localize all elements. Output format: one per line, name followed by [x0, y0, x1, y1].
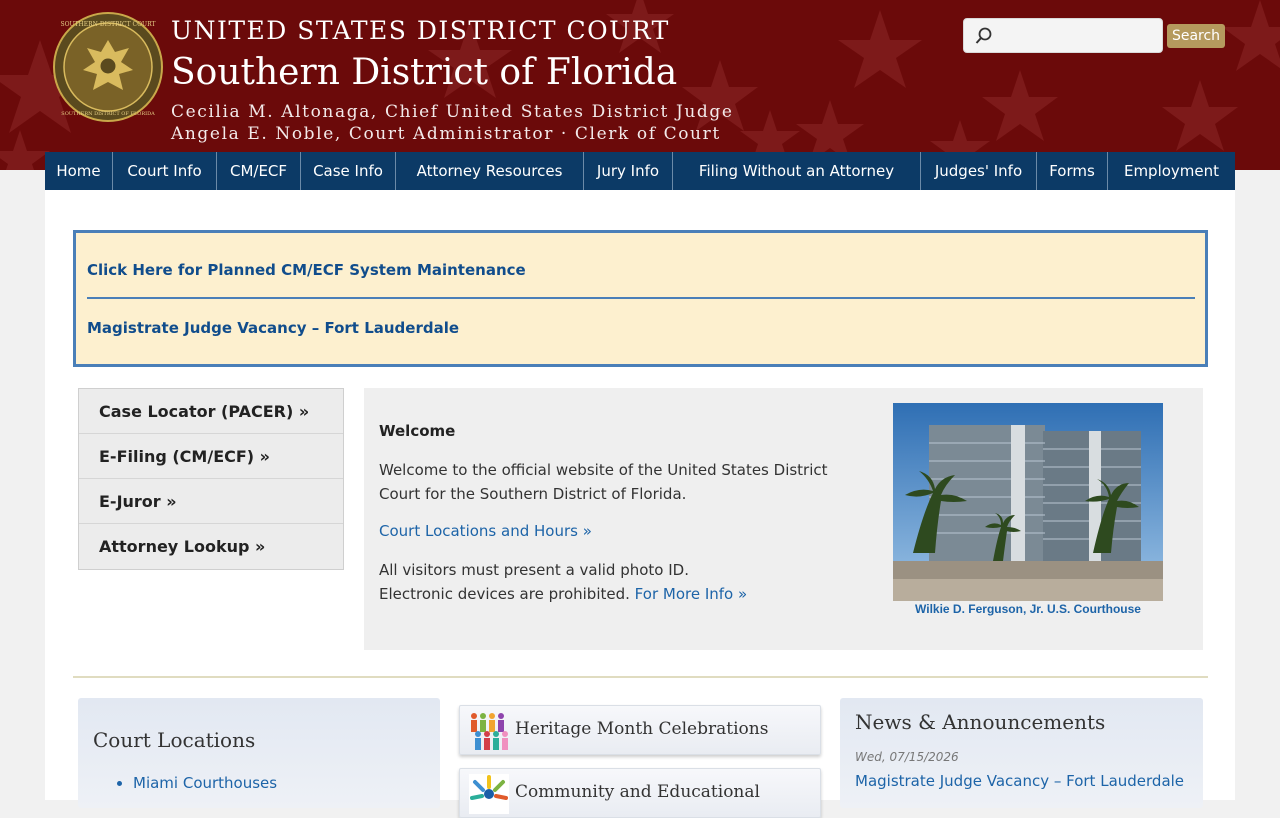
news-magistrate-vacancy-link[interactable]: Magistrate Judge Vacancy – Fort Lauderda…	[855, 772, 1184, 790]
svg-text:SOUTHERN DISTRICT COURT: SOUTHERN DISTRICT COURT	[60, 21, 155, 28]
courthouse-caption: Wilkie D. Ferguson, Jr. U.S. Courthouse	[915, 602, 1141, 616]
welcome-panel: Welcome Welcome to the official website …	[364, 388, 1203, 650]
quick-link-attorney-lookup[interactable]: Attorney Lookup »	[79, 524, 343, 569]
news-date: Wed, 07/15/2026	[855, 750, 959, 764]
court-seal-logo: SOUTHERN DISTRICT COURT SOUTHERN DISTRIC…	[53, 12, 163, 122]
nav-filing-without-attorney[interactable]: Filing Without an Attorney	[673, 152, 921, 190]
search-box	[963, 18, 1163, 53]
nav-court-info[interactable]: Court Info	[113, 152, 217, 190]
search-icon	[975, 27, 992, 44]
section-divider	[73, 676, 1208, 678]
news-title: News & Announcements	[855, 710, 1106, 734]
court-locations-panel: Court Locations Miami Courthouses	[78, 698, 440, 808]
more-info-link[interactable]: For More Info »	[635, 585, 748, 603]
alert-divider	[87, 297, 1195, 299]
district-name[interactable]: Southern District of Florida	[171, 52, 677, 93]
heritage-month-card[interactable]: Heritage Month Celebrations	[459, 705, 821, 755]
site-header: SOUTHERN DISTRICT COURT SOUTHERN DISTRIC…	[0, 0, 1280, 170]
quick-link-e-filing[interactable]: E-Filing (CM/ECF) »	[79, 434, 343, 479]
quick-link-case-locator[interactable]: Case Locator (PACER) »	[79, 389, 343, 434]
nav-cm-ecf[interactable]: CM/ECF	[217, 152, 301, 190]
nav-case-info[interactable]: Case Info	[301, 152, 396, 190]
search-button[interactable]: Search	[1167, 24, 1225, 48]
welcome-title: Welcome	[379, 422, 456, 440]
alert-magistrate-vacancy-link[interactable]: Magistrate Judge Vacancy – Fort Lauderda…	[87, 319, 459, 337]
welcome-text: Welcome to the official website of the U…	[379, 461, 828, 503]
court-locations-hours-link[interactable]: Court Locations and Hours »	[379, 522, 592, 540]
outreach-icon	[469, 774, 509, 814]
community-educational-label: Community and Educational	[515, 782, 760, 802]
nav-forms[interactable]: Forms	[1037, 152, 1108, 190]
courthouse-photo	[893, 403, 1163, 601]
quick-links-menu: Case Locator (PACER) » E-Filing (CM/ECF)…	[78, 388, 344, 570]
svg-text:SOUTHERN DISTRICT OF FLORIDA: SOUTHERN DISTRICT OF FLORIDA	[61, 111, 155, 117]
court-locations-title: Court Locations	[93, 728, 256, 752]
news-panel: News & Announcements Wed, 07/15/2026 Mag…	[840, 698, 1203, 808]
devices-note: Electronic devices are prohibited. For M…	[379, 585, 747, 603]
nav-employment[interactable]: Employment	[1108, 152, 1235, 190]
visitor-id-note: All visitors must present a valid photo …	[379, 561, 689, 579]
nav-judges-info[interactable]: Judges' Info	[921, 152, 1037, 190]
devices-note-text: Electronic devices are prohibited.	[379, 585, 630, 603]
main-nav: Home Court Info CM/ECF Case Info Attorne…	[45, 152, 1235, 190]
main-content: Click Here for Planned CM/ECF System Mai…	[45, 190, 1235, 818]
heritage-month-label: Heritage Month Celebrations	[515, 719, 769, 739]
nav-jury-info[interactable]: Jury Info	[584, 152, 673, 190]
court-name: UNITED STATES DISTRICT COURT	[171, 16, 670, 45]
search-input[interactable]	[1000, 23, 1158, 49]
location-miami-courthouses[interactable]: Miami Courthouses	[133, 770, 277, 796]
people-icon	[471, 713, 508, 750]
community-educational-card[interactable]: Community and Educational	[459, 768, 821, 818]
court-locations-list: Miami Courthouses	[133, 770, 277, 796]
nav-attorney-resources[interactable]: Attorney Resources	[396, 152, 584, 190]
alert-cmecf-maintenance-link[interactable]: Click Here for Planned CM/ECF System Mai…	[87, 261, 526, 279]
chief-judge: Cecilia M. Altonaga, Chief United States…	[171, 102, 734, 122]
nav-home[interactable]: Home	[45, 152, 113, 190]
court-administrator: Angela E. Noble, Court Administrator · C…	[171, 124, 721, 144]
alert-box: Click Here for Planned CM/ECF System Mai…	[73, 230, 1208, 367]
quick-link-e-juror[interactable]: E-Juror »	[79, 479, 343, 524]
